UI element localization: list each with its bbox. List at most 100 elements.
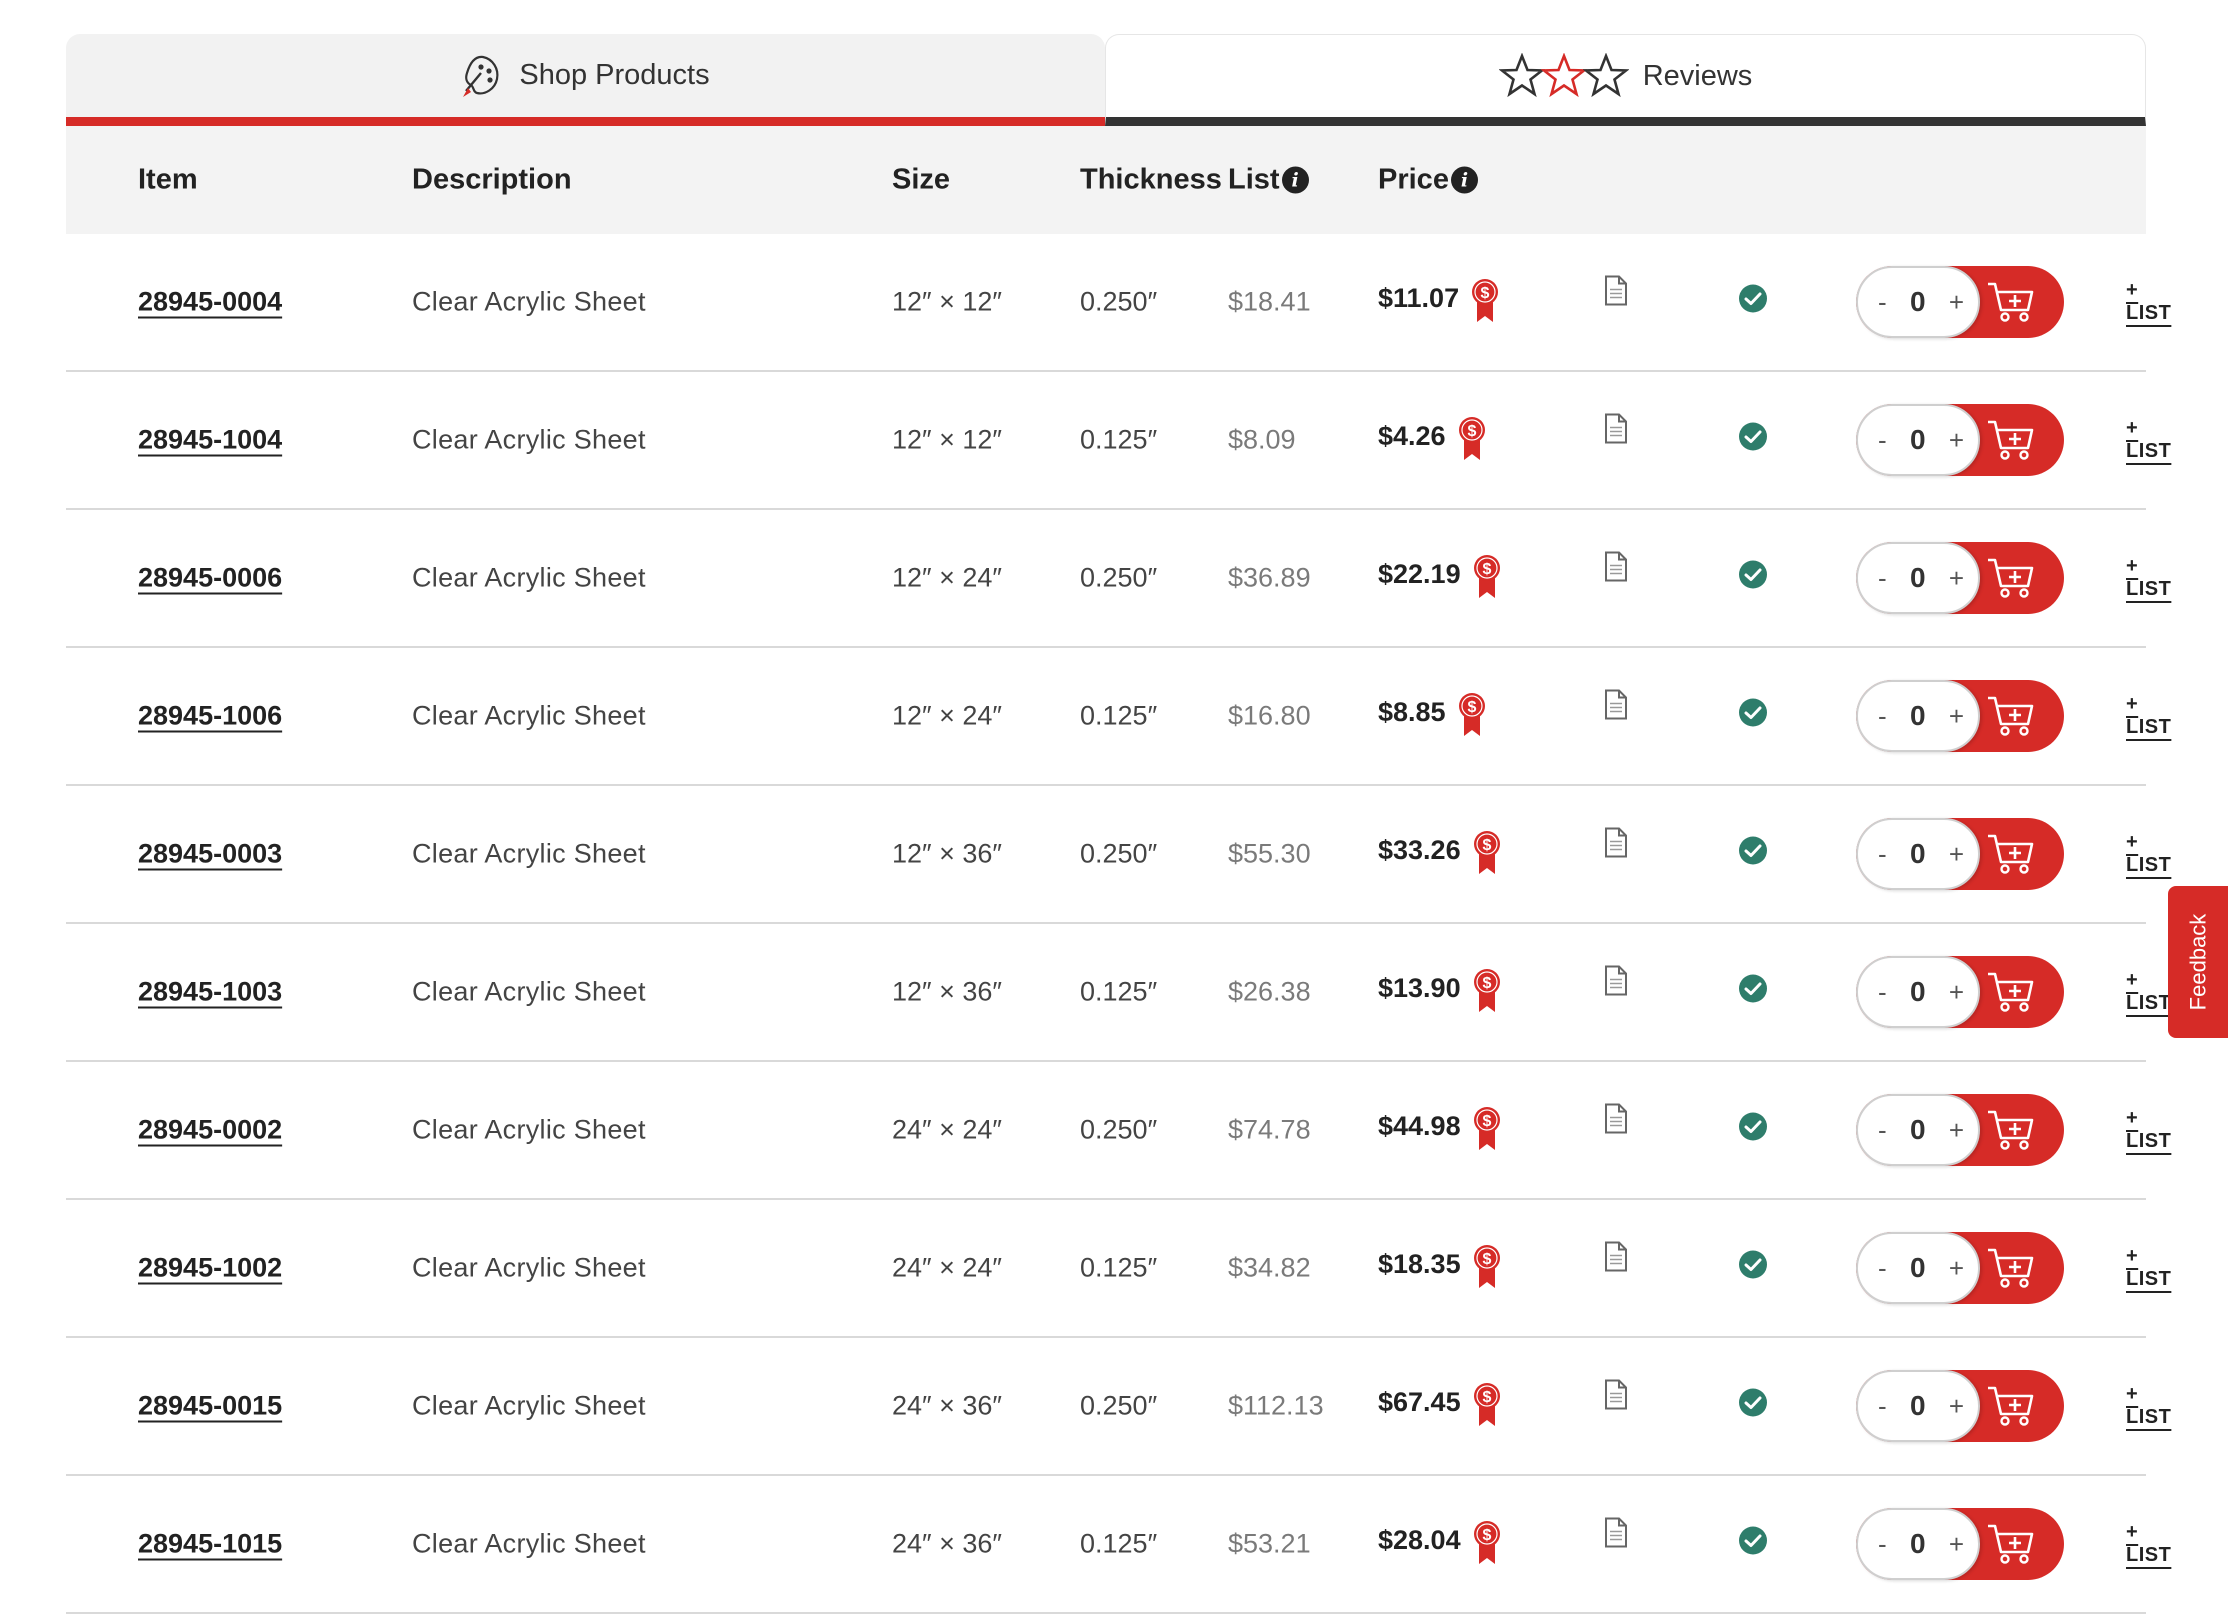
savings-badge-icon[interactable]: $	[1473, 554, 1501, 600]
tab-shop-products[interactable]: Shop Products	[66, 34, 1105, 126]
increase-button[interactable]: +	[1949, 1115, 1964, 1146]
document-icon[interactable]	[1604, 275, 1628, 313]
document-icon[interactable]	[1604, 827, 1628, 865]
quantity-stepper[interactable]: - 0 +	[1856, 680, 1980, 752]
quantity-stepper[interactable]: - 0 +	[1856, 404, 1980, 476]
quantity-stepper[interactable]: - 0 +	[1856, 1508, 1980, 1580]
increase-button[interactable]: +	[1949, 287, 1964, 318]
decrease-button[interactable]: -	[1878, 563, 1887, 594]
add-to-list-link[interactable]: + LIST	[2126, 831, 2171, 877]
add-to-cart-icon[interactable]	[1986, 694, 2036, 745]
add-to-cart-icon[interactable]	[1986, 418, 2036, 469]
quantity-stepper[interactable]: - 0 +	[1856, 1370, 1980, 1442]
quantity-stepper[interactable]: - 0 +	[1856, 1094, 1980, 1166]
item-number-link[interactable]: 28945-0002	[138, 1115, 282, 1146]
savings-badge-icon[interactable]: $	[1473, 1382, 1501, 1428]
decrease-button[interactable]: -	[1878, 425, 1887, 456]
increase-button[interactable]: +	[1949, 425, 1964, 456]
savings-badge-icon[interactable]: $	[1473, 1106, 1501, 1152]
add-to-cart-icon[interactable]	[1986, 280, 2036, 331]
document-icon[interactable]	[1604, 965, 1628, 1003]
document-icon[interactable]	[1604, 413, 1628, 451]
increase-button[interactable]: +	[1949, 1391, 1964, 1422]
decrease-button[interactable]: -	[1878, 287, 1887, 318]
quantity-value[interactable]: 0	[1910, 562, 1926, 594]
quantity-stepper[interactable]: - 0 +	[1856, 542, 1980, 614]
add-to-cart-icon[interactable]	[1986, 556, 2036, 607]
add-to-list-link[interactable]: + LIST	[2126, 555, 2171, 601]
add-to-cart-icon[interactable]	[1986, 832, 2036, 883]
savings-badge-icon[interactable]: $	[1473, 968, 1501, 1014]
tab-reviews[interactable]: Reviews	[1105, 34, 2146, 126]
quantity-value[interactable]: 0	[1910, 1114, 1926, 1146]
svg-text:$: $	[1482, 975, 1491, 992]
quantity-stepper[interactable]: - 0 +	[1856, 818, 1980, 890]
document-icon[interactable]	[1604, 689, 1628, 727]
table-row: 28945-1003 Clear Acrylic Sheet 12″ × 36″…	[66, 924, 2171, 1062]
decrease-button[interactable]: -	[1878, 1391, 1887, 1422]
document-icon[interactable]	[1604, 1241, 1628, 1279]
quantity-value[interactable]: 0	[1910, 976, 1926, 1008]
add-to-cart-icon[interactable]	[1986, 1522, 2036, 1573]
savings-badge-icon[interactable]: $	[1473, 830, 1501, 876]
add-to-list-link[interactable]: + LIST	[2126, 1245, 2171, 1291]
decrease-button[interactable]: -	[1878, 839, 1887, 870]
add-to-cart-icon[interactable]	[1986, 1384, 2036, 1435]
item-number-link[interactable]: 28945-1004	[138, 425, 282, 456]
quantity-value[interactable]: 0	[1910, 1390, 1926, 1422]
add-to-cart-icon[interactable]	[1986, 970, 2036, 1021]
quantity-value[interactable]: 0	[1910, 424, 1926, 456]
add-to-list-link[interactable]: + LIST	[2126, 693, 2171, 739]
item-number-link[interactable]: 28945-1002	[138, 1253, 282, 1284]
decrease-button[interactable]: -	[1878, 1253, 1887, 1284]
decrease-button[interactable]: -	[1878, 1115, 1887, 1146]
item-number-link[interactable]: 28945-1015	[138, 1529, 282, 1560]
quantity-value[interactable]: 0	[1910, 838, 1926, 870]
add-to-list-link[interactable]: + LIST	[2126, 417, 2171, 463]
increase-button[interactable]: +	[1949, 977, 1964, 1008]
decrease-button[interactable]: -	[1878, 701, 1887, 732]
list-price-cell: $26.38	[1228, 976, 1311, 1007]
savings-badge-icon[interactable]: $	[1458, 692, 1486, 738]
add-to-cart-icon[interactable]	[1986, 1246, 2036, 1297]
decrease-button[interactable]: -	[1878, 1529, 1887, 1560]
add-to-list-link[interactable]: + LIST	[2126, 969, 2171, 1015]
document-icon[interactable]	[1604, 1103, 1628, 1141]
add-to-list-link[interactable]: + LIST	[2126, 1521, 2171, 1567]
increase-button[interactable]: +	[1949, 1253, 1964, 1284]
info-icon[interactable]: i	[1281, 166, 1309, 194]
info-icon[interactable]: i	[1450, 166, 1478, 194]
table-body: 28945-0004 Clear Acrylic Sheet 12″ × 12″…	[66, 234, 2171, 1614]
savings-badge-icon[interactable]: $	[1473, 1244, 1501, 1290]
quantity-value[interactable]: 0	[1910, 1252, 1926, 1284]
document-icon[interactable]	[1604, 551, 1628, 589]
add-to-list-link[interactable]: + LIST	[2126, 1383, 2171, 1429]
add-to-list-link[interactable]: + LIST	[2126, 1107, 2171, 1153]
quantity-value[interactable]: 0	[1910, 286, 1926, 318]
item-number-link[interactable]: 28945-0015	[138, 1391, 282, 1422]
increase-button[interactable]: +	[1949, 563, 1964, 594]
item-number-link[interactable]: 28945-0006	[138, 563, 282, 594]
decrease-button[interactable]: -	[1878, 977, 1887, 1008]
item-number-link[interactable]: 28945-1006	[138, 701, 282, 732]
quantity-stepper[interactable]: - 0 +	[1856, 956, 1980, 1028]
item-number-link[interactable]: 28945-0003	[138, 839, 282, 870]
add-to-list-link[interactable]: + LIST	[2126, 279, 2171, 325]
increase-button[interactable]: +	[1949, 839, 1964, 870]
feedback-tab[interactable]: Feedback	[2168, 886, 2228, 1038]
savings-badge-icon[interactable]: $	[1473, 1520, 1501, 1566]
increase-button[interactable]: +	[1949, 701, 1964, 732]
savings-badge-icon[interactable]: $	[1458, 416, 1486, 462]
item-number-link[interactable]: 28945-1003	[138, 977, 282, 1008]
quantity-stepper[interactable]: - 0 +	[1856, 1232, 1980, 1304]
document-icon[interactable]	[1604, 1517, 1628, 1555]
quantity-stepper[interactable]: - 0 +	[1856, 266, 1980, 338]
savings-badge-icon[interactable]: $	[1471, 278, 1499, 324]
document-icon[interactable]	[1604, 1379, 1628, 1417]
increase-button[interactable]: +	[1949, 1529, 1964, 1560]
quantity-value[interactable]: 0	[1910, 1528, 1926, 1560]
price-cell: $18.35 $	[1378, 1238, 1501, 1290]
item-number-link[interactable]: 28945-0004	[138, 287, 282, 318]
add-to-cart-icon[interactable]	[1986, 1108, 2036, 1159]
quantity-value[interactable]: 0	[1910, 700, 1926, 732]
